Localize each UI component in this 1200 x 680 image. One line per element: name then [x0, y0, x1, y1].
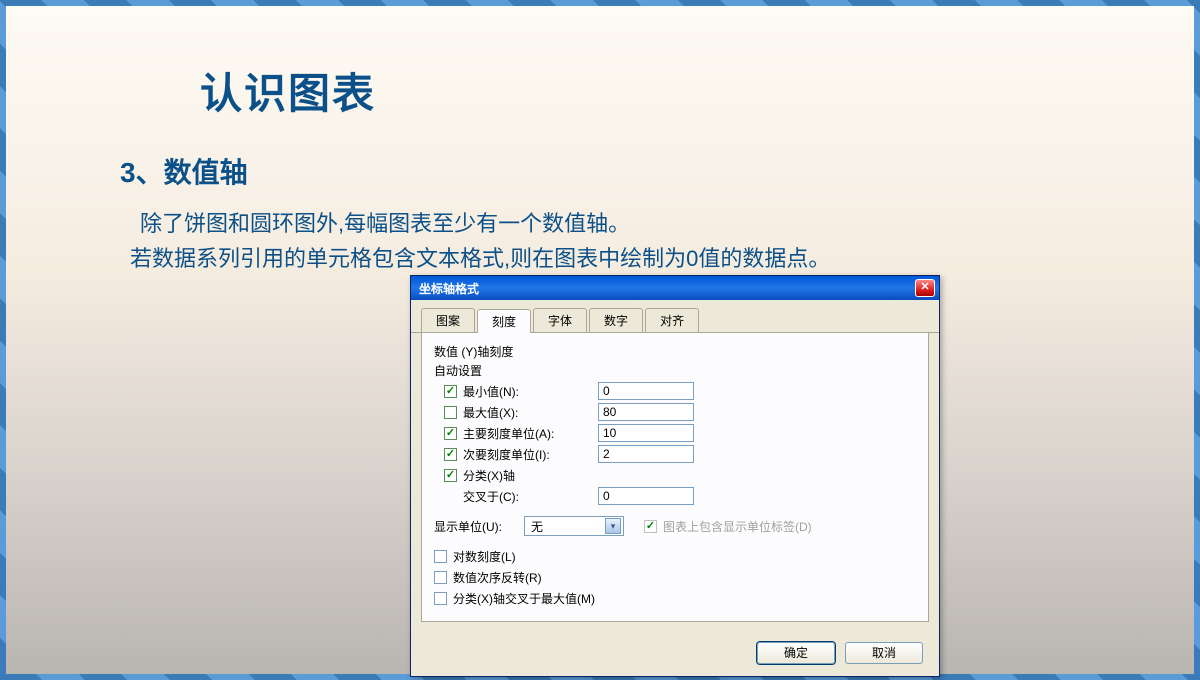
body-text-2: 若数据系列引用的单元格包含文本格式,则在图表中绘制为0值的数据点。 — [130, 241, 1100, 276]
dropdown-display-unit-value: 无 — [531, 518, 605, 535]
label-minor: 次要刻度单位(I): — [463, 446, 598, 463]
input-max[interactable]: 80 — [598, 403, 694, 421]
body-text-1: 除了饼图和圆环图外,每幅图表至少有一个数值轴。 — [140, 206, 1100, 241]
input-cross-at[interactable]: 0 — [598, 487, 694, 505]
tab-number[interactable]: 数字 — [589, 308, 643, 332]
label-display-unit: 显示单位(U): — [434, 518, 524, 535]
checkbox-minor[interactable] — [444, 448, 457, 461]
checkbox-min[interactable] — [444, 385, 457, 398]
ok-button[interactable]: 确定 — [757, 642, 835, 664]
label-category: 分类(X)轴 — [463, 467, 598, 484]
chevron-down-icon: ▾ — [605, 518, 621, 534]
checkbox-max[interactable] — [444, 406, 457, 419]
label-cross-max: 分类(X)轴交叉于最大值(M) — [453, 590, 595, 607]
label-reverse: 数值次序反转(R) — [453, 569, 542, 586]
checkbox-log[interactable] — [434, 550, 447, 563]
input-major[interactable]: 10 — [598, 424, 694, 442]
label-min: 最小值(N): — [463, 383, 598, 400]
dialog-titlebar[interactable]: 坐标轴格式 ✕ — [411, 276, 939, 300]
cancel-button[interactable]: 取消 — [845, 642, 923, 664]
label-max: 最大值(X): — [463, 404, 598, 421]
dialog-body: 数值 (Y)轴刻度 自动设置 最小值(N): 0 最大值(X): 80 主要刻度… — [421, 333, 929, 622]
label-major: 主要刻度单位(A): — [463, 425, 598, 442]
dropdown-display-unit[interactable]: 无 ▾ — [524, 516, 624, 536]
dialog-button-row: 确定 取消 — [411, 632, 939, 676]
dialog-title: 坐标轴格式 — [419, 280, 915, 297]
checkbox-category[interactable] — [444, 469, 457, 482]
tab-align[interactable]: 对齐 — [645, 308, 699, 332]
input-min[interactable]: 0 — [598, 382, 694, 400]
checkbox-show-unit-label — [644, 520, 657, 533]
checkbox-major[interactable] — [444, 427, 457, 440]
scale-header: 数值 (Y)轴刻度 — [434, 343, 916, 360]
checkbox-cross-max[interactable] — [434, 592, 447, 605]
tab-scale[interactable]: 刻度 — [477, 309, 531, 333]
tab-pattern[interactable]: 图案 — [421, 308, 475, 332]
label-cross-at: 交叉于(C): — [463, 488, 598, 505]
auto-set-label: 自动设置 — [434, 362, 916, 379]
slide-title: 认识图表 — [200, 60, 1100, 121]
tab-strip: 图案 刻度 字体 数字 对齐 — [411, 300, 939, 333]
label-log: 对数刻度(L) — [453, 548, 516, 565]
close-icon[interactable]: ✕ — [915, 279, 935, 297]
tab-font[interactable]: 字体 — [533, 308, 587, 332]
axis-format-dialog: 坐标轴格式 ✕ 图案 刻度 字体 数字 对齐 数值 (Y)轴刻度 自动设置 最小… — [410, 275, 940, 677]
input-minor[interactable]: 2 — [598, 445, 694, 463]
label-show-unit: 图表上包含显示单位标签(D) — [663, 518, 812, 535]
section-heading: 3、数值轴 — [120, 151, 1100, 191]
checkbox-reverse[interactable] — [434, 571, 447, 584]
